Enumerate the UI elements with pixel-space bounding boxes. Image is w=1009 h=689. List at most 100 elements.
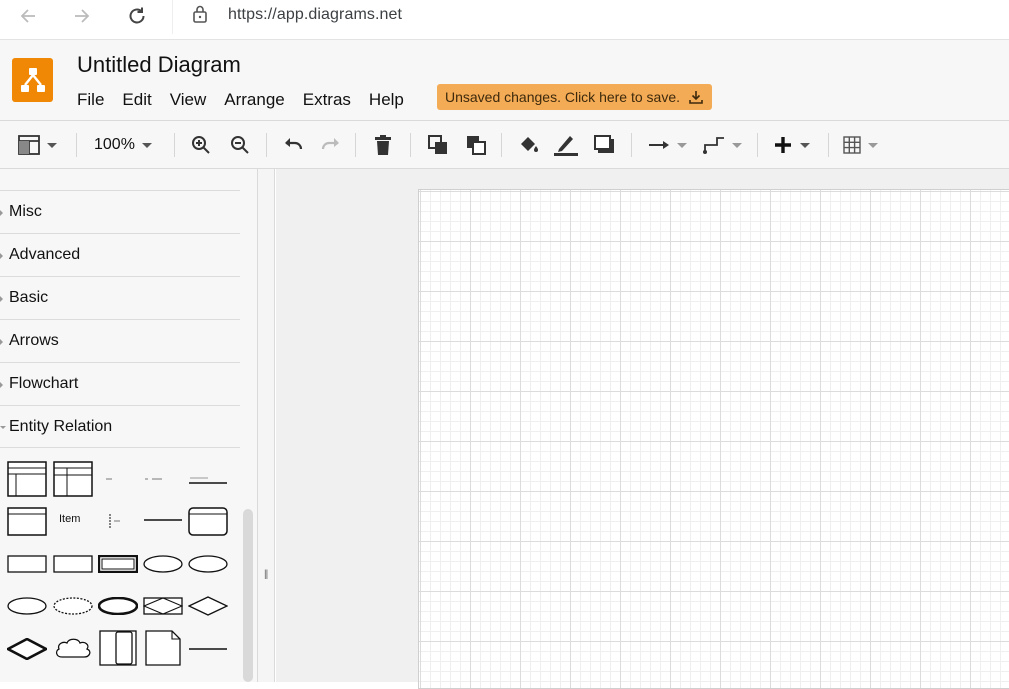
back-arrow-icon — [20, 9, 35, 23]
section-flowchart[interactable]: Flowchart — [0, 362, 240, 405]
zoom-in-icon — [192, 136, 210, 154]
er-line-shape[interactable] — [188, 644, 228, 654]
diagram-canvas[interactable] — [276, 169, 1009, 689]
er-connector-line-shape[interactable] — [143, 515, 183, 525]
zoom-dropdown[interactable]: 100% — [94, 133, 152, 157]
collapsed-triangle-icon — [0, 253, 3, 259]
menu-help[interactable]: Help — [369, 90, 404, 110]
table-icon — [843, 136, 861, 154]
redo-icon — [321, 138, 339, 150]
er-attribute-shape-2[interactable] — [7, 597, 47, 615]
app-header: Untitled Diagram File Edit View Arrange … — [0, 40, 1009, 120]
toolbar: 100% — [0, 120, 1009, 169]
er-entity-attributes-shape[interactable] — [7, 507, 47, 537]
er-row-shape[interactable] — [100, 469, 136, 489]
reload-icon — [129, 7, 145, 24]
zoom-out-button[interactable] — [230, 133, 250, 157]
er-entity-shape-2[interactable] — [53, 555, 93, 573]
pencil-icon — [554, 136, 578, 156]
er-item-bracket-shape[interactable] — [106, 513, 126, 529]
format-panel-toggle[interactable] — [18, 133, 57, 157]
to-back-button[interactable] — [465, 133, 487, 157]
menu-edit[interactable]: Edit — [122, 90, 151, 110]
er-rounded-table-shape[interactable] — [188, 507, 228, 537]
er-multivalue-attribute-shape[interactable] — [98, 597, 138, 615]
elbow-connector-icon — [703, 137, 724, 154]
delete-button[interactable] — [374, 133, 392, 157]
address-bar[interactable]: https://app.diagrams.net — [172, 0, 1009, 34]
er-split-entity-shape[interactable] — [99, 630, 137, 666]
collapsed-triangle-icon — [0, 382, 3, 388]
trash-icon — [375, 135, 391, 155]
er-key-attribute-shape[interactable] — [188, 555, 228, 573]
unsaved-changes-label: Unsaved changes. Click here to save. — [445, 89, 681, 105]
er-identifying-relationship-shape[interactable] — [7, 638, 47, 660]
to-back-icon — [467, 136, 486, 155]
er-attribute-shape[interactable] — [143, 555, 183, 573]
unsaved-changes-button[interactable]: Unsaved changes. Click here to save. — [437, 84, 713, 110]
collapsed-triangle-icon — [0, 296, 3, 302]
sidebar-scrollbar[interactable] — [243, 509, 253, 682]
section-basic[interactable]: Basic — [0, 276, 240, 319]
menu-arrange[interactable]: Arrange — [224, 90, 284, 110]
browser-toolbar: https://app.diagrams.net — [0, 0, 1009, 40]
line-color-button[interactable] — [553, 133, 579, 157]
download-icon — [689, 91, 703, 104]
collapsed-triangle-icon — [0, 339, 3, 345]
app-logo[interactable] — [12, 58, 53, 102]
er-row-line-shape[interactable] — [188, 469, 228, 489]
zoom-out-icon — [231, 136, 249, 154]
redo-button[interactable] — [320, 133, 342, 157]
er-row-key-shape[interactable] — [143, 469, 183, 489]
er-associative-entity-shape[interactable] — [143, 597, 183, 615]
chevron-down-icon — [141, 142, 152, 148]
menu-bar: File Edit View Arrange Extras Help — [77, 90, 422, 110]
menu-extras[interactable]: Extras — [303, 90, 351, 110]
section-advanced[interactable]: Advanced — [0, 233, 240, 276]
expanded-triangle-icon — [0, 426, 6, 429]
section-entity-relation[interactable]: Entity Relation — [0, 405, 240, 448]
er-derived-attribute-shape[interactable] — [53, 597, 93, 615]
zoom-in-button[interactable] — [191, 133, 211, 157]
chevron-down-icon — [800, 142, 810, 148]
er-table-shape-2[interactable] — [53, 461, 93, 497]
to-front-icon — [428, 135, 447, 154]
note-shape[interactable] — [145, 630, 181, 666]
reload-button[interactable] — [121, 2, 153, 30]
er-item-shape[interactable]: Item — [59, 513, 80, 525]
plus-icon — [775, 137, 791, 153]
er-table-shape[interactable] — [7, 461, 47, 497]
sidebar-splitter[interactable]: || — [258, 169, 275, 682]
forward-button[interactable] — [66, 2, 98, 30]
paint-bucket-icon — [521, 137, 538, 152]
connection-style-dropdown[interactable] — [648, 133, 687, 157]
arrow-right-icon — [649, 141, 669, 149]
diagram-page-grid[interactable] — [418, 189, 1009, 689]
back-button[interactable] — [12, 2, 44, 30]
chevron-down-icon — [677, 142, 687, 148]
diagram-title[interactable]: Untitled Diagram — [77, 52, 241, 78]
collapsed-triangle-icon — [0, 210, 3, 216]
zoom-level: 100% — [94, 136, 135, 153]
er-weak-entity-shape[interactable] — [98, 555, 138, 573]
er-entity-shape[interactable] — [7, 555, 47, 573]
chevron-down-icon — [868, 142, 878, 148]
section-misc[interactable]: Misc — [0, 190, 240, 233]
cloud-shape[interactable] — [53, 637, 93, 661]
insert-dropdown[interactable] — [773, 133, 810, 157]
shadow-button[interactable] — [594, 133, 616, 157]
table-dropdown[interactable] — [843, 133, 878, 157]
menu-view[interactable]: View — [170, 90, 207, 110]
forward-arrow-icon — [75, 9, 90, 23]
er-relationship-shape[interactable] — [188, 596, 228, 616]
to-front-button[interactable] — [427, 133, 449, 157]
undo-icon — [285, 138, 303, 150]
undo-button[interactable] — [282, 133, 304, 157]
menu-file[interactable]: File — [77, 90, 104, 110]
fill-color-button[interactable] — [518, 133, 540, 157]
grip-icon: || — [264, 569, 268, 580]
section-arrows[interactable]: Arrows — [0, 319, 240, 362]
shadow-icon — [594, 135, 614, 153]
waypoints-dropdown[interactable] — [703, 133, 742, 157]
panel-layout-icon — [18, 135, 40, 155]
